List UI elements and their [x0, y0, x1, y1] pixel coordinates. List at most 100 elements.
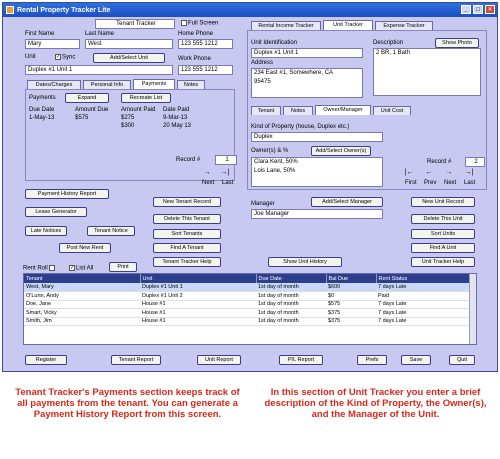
first-name-field[interactable]: Mary: [25, 39, 80, 49]
app-window: Rental Property Tracker Lite _ □ × Tenan…: [2, 2, 498, 372]
unit-record-field[interactable]: 2: [465, 157, 485, 167]
full-screen-checkbox[interactable]: Full Screen: [181, 20, 218, 27]
title-bar: Rental Property Tracker Lite _ □ ×: [3, 3, 497, 17]
pl-report-button[interactable]: P/L Report: [279, 355, 323, 365]
add-select-manager-button[interactable]: Add/Select Manager: [311, 197, 383, 207]
tenant-report-button[interactable]: Tenant Report: [111, 355, 161, 365]
sort-tenants-button[interactable]: Sort Tenants: [153, 229, 221, 239]
register-button[interactable]: Register: [25, 355, 67, 365]
first-arrow-icon[interactable]: |←: [403, 169, 415, 176]
table-scrollbar[interactable]: [469, 274, 476, 344]
last-arrow-icon[interactable]: →|: [463, 169, 475, 176]
tab-owner-manager[interactable]: Owner/Manager: [315, 105, 371, 115]
table-cell: Smith, Jim: [24, 317, 140, 326]
first-name-label: First Name: [25, 31, 55, 37]
tenant-record-field[interactable]: 1: [215, 155, 237, 165]
prev-arrow-icon[interactable]: ←: [423, 169, 435, 176]
prefs-button[interactable]: Prefs: [357, 355, 387, 365]
tenant-notice-button[interactable]: Tenant Notice: [87, 226, 135, 236]
col-bal-due[interactable]: Bal Due: [326, 274, 377, 283]
home-phone-label: Home Phone: [178, 31, 214, 37]
unit-identification-label: Unit Identification: [251, 40, 298, 46]
tab-expense-tracker[interactable]: Expense Tracker: [375, 21, 433, 30]
payment-history-report-button[interactable]: Payment History Report: [25, 189, 109, 199]
next-arrow-icon[interactable]: →: [443, 169, 455, 176]
lease-generator-button[interactable]: Lease Generator: [25, 207, 87, 217]
close-icon[interactable]: ×: [485, 5, 495, 14]
table-cell: West, Mary: [24, 283, 140, 292]
save-button[interactable]: Save: [401, 355, 431, 365]
last-name-field[interactable]: West: [85, 39, 173, 49]
maximize-icon[interactable]: □: [473, 5, 483, 14]
minimize-icon[interactable]: _: [461, 5, 471, 14]
home-phone-field[interactable]: 123 555 1212: [178, 39, 233, 49]
owners-field[interactable]: Clara Kent, 50% Lois Lane, 50%: [251, 157, 383, 187]
last-name-label: Last Name: [85, 31, 115, 37]
next-arrow-icon[interactable]: →: [201, 169, 213, 176]
col-tenant[interactable]: Tenant: [24, 274, 141, 283]
tab-unit-tracker[interactable]: Unit Tracker: [323, 20, 373, 30]
unit-identification-field[interactable]: Duplex #1 Unit 1: [251, 48, 363, 58]
table-row[interactable]: O'Lunn, Andy Duplex #1 Unit 2 1st day of…: [24, 291, 476, 301]
manager-field[interactable]: Joe Manager: [251, 209, 383, 219]
table-row[interactable]: Smart, Vicky House #1 1st day of month $…: [24, 308, 476, 318]
table-cell: Doe, Jane: [24, 300, 140, 309]
tab-personal-info[interactable]: Personal Info: [83, 80, 131, 89]
pay-header-due-date: Due Date: [29, 107, 55, 113]
unit-field[interactable]: Duplex #1 Unit 1: [25, 65, 173, 75]
table-cell: $375: [326, 317, 376, 326]
add-select-unit-button[interactable]: Add/Select Unit: [93, 53, 165, 63]
address-label: Address: [251, 60, 274, 66]
unit-label: Unit: [25, 54, 36, 60]
table-cell: Paid: [376, 291, 476, 301]
new-tenant-record-button[interactable]: New Tenant Record: [153, 197, 221, 207]
pay-cell: $575: [75, 115, 89, 121]
col-due-date[interactable]: Due Date: [256, 274, 327, 283]
delete-unit-button[interactable]: Delete This Unit: [411, 214, 475, 224]
col-unit[interactable]: Unit: [140, 274, 257, 283]
tab-rental-income-tracker[interactable]: Rental Income Tracker: [251, 21, 321, 30]
app-icon: [6, 6, 14, 14]
show-photo-button[interactable]: Show Photo: [435, 38, 479, 48]
col-rent-status[interactable]: Rent Status: [376, 274, 476, 283]
tab-unit-cost[interactable]: Unit Cost: [373, 106, 411, 115]
quit-button[interactable]: Quit: [449, 355, 475, 365]
table-cell: $600: [326, 283, 376, 292]
late-notices-button[interactable]: Late Notices: [25, 226, 67, 236]
recreate-list-button[interactable]: Recreate List: [121, 93, 171, 103]
last-arrow-icon[interactable]: →|: [219, 169, 231, 176]
post-new-rent-button[interactable]: Post New Rent: [59, 243, 111, 253]
tab-unit-tenant[interactable]: Tenant: [251, 106, 281, 115]
tab-unit-notes[interactable]: Notes: [283, 106, 313, 115]
new-unit-record-button[interactable]: New Unit Record: [411, 197, 475, 207]
table-cell: Smart, Vicky: [24, 308, 140, 318]
table-row[interactable]: West, Mary Duplex #1 Unit 1 1st day of m…: [24, 283, 476, 292]
print-button[interactable]: Print: [109, 262, 137, 272]
find-unit-button[interactable]: Find A Unit: [411, 243, 475, 253]
tab-notes[interactable]: Notes: [177, 80, 205, 89]
description-field[interactable]: 2 BR, 1 Bath: [373, 48, 481, 96]
work-phone-field[interactable]: 123 555 1212: [178, 65, 233, 75]
list-all-checkbox[interactable]: ✓ List All: [69, 265, 93, 272]
table-row[interactable]: Doe, Jane House #1 1st day of month $575…: [24, 300, 476, 309]
table-cell: 1st day of month: [256, 300, 326, 309]
sync-checkbox[interactable]: ✓ Sync: [55, 54, 75, 61]
kind-of-property-label: Kind of Property (house, Duplex etc.): [251, 124, 350, 130]
tab-dates-charges[interactable]: Dates/Charges: [27, 80, 81, 89]
unit-tracker-help-button[interactable]: Unit Tracker Help: [411, 257, 475, 267]
rent-roll-checkbox[interactable]: Rent Roll: [23, 265, 56, 272]
kind-of-property-field[interactable]: Duplex: [251, 132, 383, 142]
table-cell: Duplex #1 Unit 2: [140, 291, 256, 301]
table-cell: 1st day of month: [256, 317, 326, 326]
sort-units-button[interactable]: Sort Units: [411, 229, 475, 239]
add-select-owners-button[interactable]: Add/Select Owner(s): [311, 146, 371, 156]
unit-report-button[interactable]: Unit Report: [197, 355, 241, 365]
show-unit-history-button[interactable]: Show Unit History: [268, 257, 342, 267]
expand-button[interactable]: Expand: [65, 93, 109, 103]
address-field[interactable]: 234 East #1, Somewhere, CA 95475: [251, 68, 363, 98]
delete-tenant-button[interactable]: Delete This Tenant: [153, 214, 221, 224]
find-tenant-button[interactable]: Find A Tenant: [153, 243, 221, 253]
tab-payments[interactable]: Payments: [133, 79, 175, 89]
tenant-tracker-help-button[interactable]: Tenant Tracker Help: [153, 257, 221, 267]
table-row[interactable]: Smith, Jim House #1 1st day of month $37…: [24, 317, 476, 326]
